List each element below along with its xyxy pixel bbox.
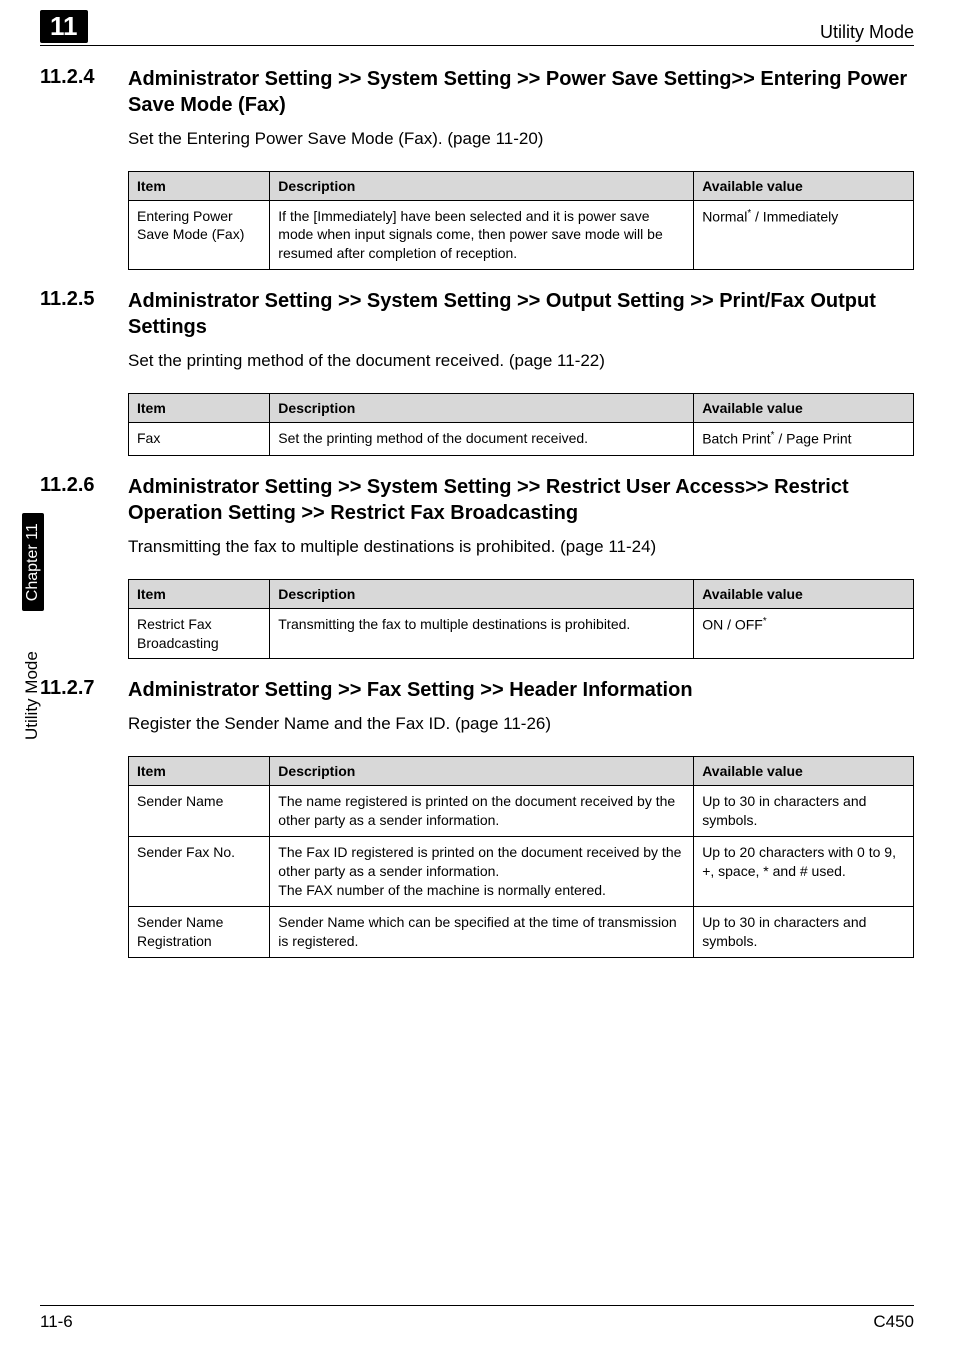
data-table: ItemDescriptionAvailable valueFaxSet the… <box>128 393 914 456</box>
table-row: Sender NameThe name registered is printe… <box>129 786 914 837</box>
table-cell: The name registered is printed on the do… <box>270 786 694 837</box>
section-title: Administrator Setting >> System Setting … <box>128 66 914 118</box>
section-body: Register the Sender Name and the Fax ID.… <box>128 713 914 736</box>
table-cell: Restrict Fax Broadcasting <box>129 608 270 659</box>
data-table: ItemDescriptionAvailable valueEntering P… <box>128 171 914 271</box>
table-row: Sender Fax No.The Fax ID registered is p… <box>129 837 914 907</box>
table-header: Available value <box>694 579 914 608</box>
model-number: C450 <box>873 1312 914 1332</box>
table-cell: Up to 30 in characters and symbols. <box>694 906 914 957</box>
table-cell: Batch Print* / Page Print <box>694 423 914 456</box>
section-body: Set the printing method of the document … <box>128 350 914 373</box>
header-rule <box>40 45 914 46</box>
table-header: Description <box>270 171 694 200</box>
footer-rule <box>40 1305 914 1306</box>
table-cell: ON / OFF* <box>694 608 914 659</box>
table-header: Item <box>129 579 270 608</box>
section-body: Set the Entering Power Save Mode (Fax). … <box>128 128 914 151</box>
table-row: Entering Power Save Mode (Fax)If the [Im… <box>129 200 914 270</box>
table-cell: Up to 30 in characters and symbols. <box>694 786 914 837</box>
side-tab: Utility Mode Chapter 11 <box>22 513 44 740</box>
table-row: Restrict Fax BroadcastingTransmitting th… <box>129 608 914 659</box>
page-number: 11-6 <box>40 1312 73 1332</box>
table-header: Description <box>270 757 694 786</box>
table-header: Description <box>270 394 694 423</box>
table-cell: Sender Name Registration <box>129 906 270 957</box>
table-cell: Normal* / Immediately <box>694 200 914 270</box>
table-header: Item <box>129 394 270 423</box>
table-header: Description <box>270 579 694 608</box>
section-number: 11.2.5 <box>40 288 128 340</box>
table-row: FaxSet the printing method of the docume… <box>129 423 914 456</box>
running-head: Utility Mode <box>820 22 914 43</box>
table-header: Available value <box>694 171 914 200</box>
table-cell: Up to 20 characters with 0 to 9, +, spac… <box>694 837 914 907</box>
side-chapter: Chapter 11 <box>22 513 44 611</box>
table-header: Item <box>129 757 270 786</box>
side-section: Utility Mode <box>22 651 42 740</box>
table-row: Sender Name RegistrationSender Name whic… <box>129 906 914 957</box>
table-cell: Sender Name <box>129 786 270 837</box>
data-table: ItemDescriptionAvailable valueRestrict F… <box>128 579 914 660</box>
table-header: Available value <box>694 394 914 423</box>
table-cell: If the [Immediately] have been selected … <box>270 200 694 270</box>
section-body: Transmitting the fax to multiple destina… <box>128 536 914 559</box>
table-cell: Set the printing method of the document … <box>270 423 694 456</box>
table-header: Item <box>129 171 270 200</box>
section-title: Administrator Setting >> Fax Setting >> … <box>128 677 914 703</box>
section-title: Administrator Setting >> System Setting … <box>128 288 914 340</box>
table-cell: The Fax ID registered is printed on the … <box>270 837 694 907</box>
table-header: Available value <box>694 757 914 786</box>
section-title: Administrator Setting >> System Setting … <box>128 474 914 526</box>
table-cell: Sender Fax No. <box>129 837 270 907</box>
data-table: ItemDescriptionAvailable valueSender Nam… <box>128 756 914 957</box>
table-cell: Entering Power Save Mode (Fax) <box>129 200 270 270</box>
table-cell: Transmitting the fax to multiple destina… <box>270 608 694 659</box>
section-number: 11.2.7 <box>40 677 128 703</box>
table-cell: Fax <box>129 423 270 456</box>
section-number: 11.2.6 <box>40 474 128 526</box>
chapter-badge: 11 <box>40 10 88 43</box>
table-cell: Sender Name which can be specified at th… <box>270 906 694 957</box>
section-number: 11.2.4 <box>40 66 128 118</box>
